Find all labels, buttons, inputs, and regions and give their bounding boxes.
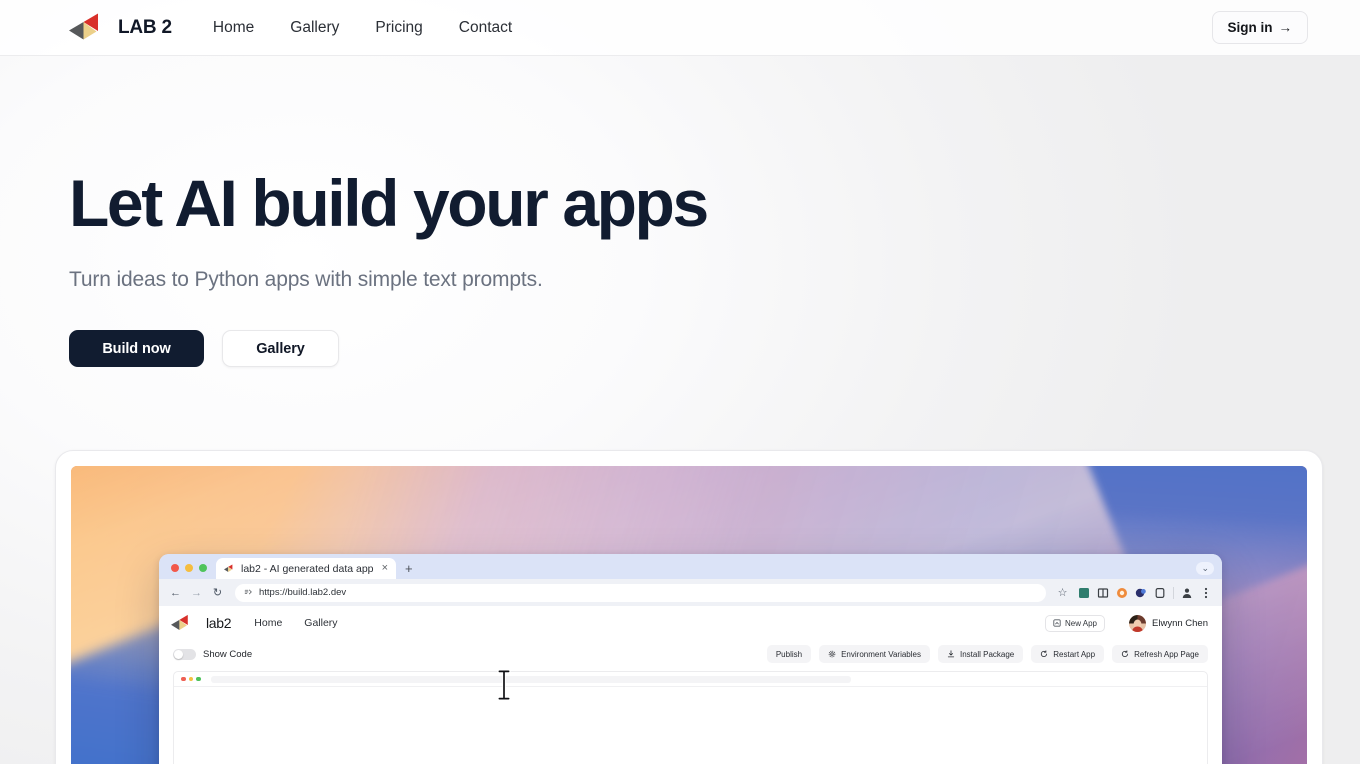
environment-variables-button[interactable]: Environment Variables: [819, 645, 930, 663]
app-toolbar: Show Code Publish Environment Variables: [159, 640, 1222, 668]
environment-variables-label: Environment Variables: [841, 649, 921, 659]
hero-section: Let AI build your apps Turn ideas to Pyt…: [69, 166, 829, 368]
three-dot-menu-icon[interactable]: [1200, 587, 1212, 599]
restart-icon: [1041, 650, 1048, 657]
extension-orange-icon[interactable]: [1116, 587, 1128, 599]
lab2-favicon-icon: [224, 564, 233, 572]
show-code-toggle[interactable]: [173, 648, 196, 660]
browser-tab[interactable]: lab2 - AI generated data app ×: [216, 558, 396, 579]
app-nav-home[interactable]: Home: [254, 617, 282, 629]
landing-page: LAB 2 Home Gallery Pricing Contact Sign …: [0, 0, 1360, 764]
app-nav-links: Home Gallery: [254, 617, 337, 629]
close-window-icon[interactable]: [171, 564, 179, 572]
app-preview-body: [174, 687, 1207, 764]
app-preview-window: [173, 671, 1208, 764]
app-brand-name: lab2: [206, 615, 232, 631]
maximize-window-icon[interactable]: [199, 564, 207, 572]
preview-maximize-icon[interactable]: [196, 676, 201, 682]
close-tab-icon[interactable]: ×: [382, 563, 388, 574]
nav-link-contact[interactable]: Contact: [459, 19, 512, 37]
nav-links: Home Gallery Pricing Contact: [213, 19, 512, 37]
new-app-button[interactable]: New App: [1044, 614, 1106, 632]
browser-tab-bar: lab2 - AI generated data app × + ⌄: [159, 554, 1222, 579]
split-view-icon[interactable]: [1097, 587, 1109, 599]
minimize-window-icon[interactable]: [185, 564, 193, 572]
forward-icon[interactable]: →: [188, 584, 205, 601]
preview-minimize-icon[interactable]: [188, 676, 193, 682]
browser-omnibox-bar: ← → ↻ https://build.lab2.dev ☆: [159, 579, 1222, 606]
avatar-image: [1129, 614, 1147, 632]
show-code-label: Show Code: [203, 648, 253, 660]
user-name: Elwynn Chen: [1152, 617, 1208, 629]
toolbar-divider: [1173, 586, 1174, 599]
sign-in-button[interactable]: Sign in →: [1211, 11, 1308, 44]
copy-icon[interactable]: [1154, 587, 1166, 599]
nav-link-gallery[interactable]: Gallery: [290, 19, 339, 37]
extension-blue-icon[interactable]: [1135, 587, 1147, 599]
browser-tab-title: lab2 - AI generated data app: [241, 562, 374, 575]
nav-link-pricing[interactable]: Pricing: [375, 19, 422, 37]
sign-in-label: Sign in: [1227, 20, 1273, 35]
app-preview-titlebar: [174, 672, 1207, 687]
preview-traffic-lights: [181, 676, 201, 682]
address-bar[interactable]: https://build.lab2.dev: [235, 583, 1046, 602]
top-navbar: LAB 2 Home Gallery Pricing Contact Sign …: [0, 0, 1360, 56]
app-header: lab2 Home Gallery New App Elwynn Chen: [159, 606, 1222, 640]
publish-button[interactable]: Publish: [766, 645, 812, 663]
toggle-knob: [174, 649, 183, 659]
lab2-app-logo-icon: [171, 614, 188, 630]
hero-subtitle: Turn ideas to Python apps with simple te…: [69, 268, 543, 291]
refresh-app-page-button[interactable]: Refresh App Page: [1112, 645, 1208, 663]
new-tab-icon[interactable]: +: [405, 562, 413, 575]
hero-actions: Build now Gallery: [69, 330, 829, 368]
page-title: Let AI build your apps: [69, 166, 709, 240]
lab2-app-page: lab2 Home Gallery New App Elwynn Chen Sh…: [159, 606, 1222, 764]
user-menu[interactable]: Elwynn Chen: [1129, 614, 1208, 632]
browser-toolbar-actions: ☆: [1054, 584, 1214, 601]
back-icon[interactable]: ←: [167, 584, 184, 601]
browser-window-mockup: lab2 - AI generated data app × + ⌄ ← → ↻: [159, 554, 1222, 764]
gallery-button[interactable]: Gallery: [222, 330, 339, 368]
desktop-wallpaper: lab2 - AI generated data app × + ⌄ ← → ↻: [71, 466, 1307, 764]
tab-search-chevron-icon[interactable]: ⌄: [1196, 562, 1214, 575]
restart-app-label: Restart App: [1053, 649, 1096, 659]
refresh-icon: [1121, 650, 1129, 657]
download-icon: [947, 650, 955, 658]
publish-label: Publish: [775, 649, 803, 659]
new-app-label: New App: [1064, 618, 1098, 628]
site-settings-icon: [244, 589, 252, 595]
bookmark-star-icon[interactable]: ☆: [1054, 584, 1071, 601]
restart-app-button[interactable]: Restart App: [1031, 645, 1105, 663]
brand-name: LAB 2: [118, 16, 172, 38]
arrow-right-icon: →: [1278, 20, 1293, 35]
new-app-icon: [1053, 619, 1061, 627]
preview-close-icon[interactable]: [181, 676, 186, 682]
refresh-app-page-label: Refresh App Page: [1134, 649, 1199, 659]
reload-icon[interactable]: ↻: [209, 584, 226, 601]
profile-avatar-icon[interactable]: [1181, 587, 1193, 599]
show-code-toggle-group[interactable]: Show Code: [173, 648, 253, 660]
showcase-card: lab2 - AI generated data app × + ⌄ ← → ↻: [55, 450, 1323, 764]
brand-logo-link[interactable]: LAB 2: [69, 12, 172, 43]
gear-icon: [828, 650, 836, 658]
window-traffic-lights: [167, 564, 216, 579]
preview-address-field[interactable]: [210, 675, 851, 683]
build-now-button[interactable]: Build now: [69, 330, 204, 368]
puzzle-icon[interactable]: [1078, 587, 1090, 599]
address-bar-url: https://build.lab2.dev: [259, 587, 347, 598]
app-nav-gallery[interactable]: Gallery: [304, 617, 337, 629]
lab2-triangles-logo-icon: [69, 13, 98, 40]
nav-link-home[interactable]: Home: [213, 19, 254, 37]
install-package-label: Install Package: [959, 649, 1015, 659]
install-package-button[interactable]: Install Package: [937, 645, 1024, 663]
avatar: [1129, 614, 1147, 632]
